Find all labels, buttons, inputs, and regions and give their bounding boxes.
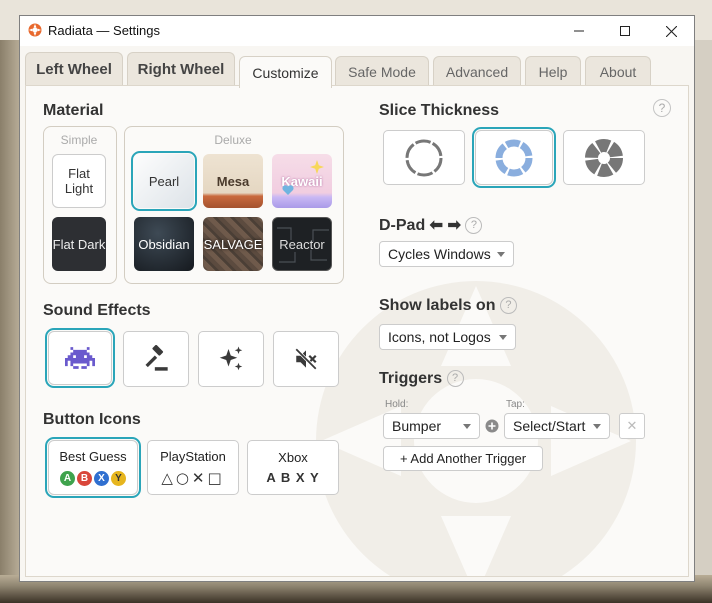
tap-dropdown[interactable]: Select/Start <box>504 413 610 439</box>
tab-customize[interactable]: Customize <box>239 56 332 88</box>
desktop-background-right <box>694 40 712 580</box>
space-invader-icon <box>65 347 95 369</box>
triggers-heading: Triggers ? <box>379 370 464 388</box>
title-bar[interactable]: Radiata — Settings <box>20 16 694 46</box>
material-mesa[interactable]: Mesa <box>203 154 263 208</box>
triggers-help-icon[interactable]: ? <box>446 370 464 387</box>
triggers-heading-text: Triggers <box>379 370 443 387</box>
show-labels-heading: Show labels on ? <box>379 297 517 315</box>
chevron-down-icon <box>463 423 471 429</box>
dpad-value: Cycles Windows <box>388 246 491 262</box>
heart-icon <box>282 185 294 195</box>
show-labels-help-icon[interactable]: ? <box>499 297 517 314</box>
radiata-app-icon <box>28 23 42 37</box>
material-heading: Material <box>43 102 104 119</box>
remove-trigger-button[interactable]: ✕ <box>619 413 645 439</box>
plus-circle-icon <box>485 419 499 433</box>
show-labels-dropdown[interactable]: Icons, not Logos <box>379 324 516 350</box>
settings-window: Radiata — Settings Left Wheel Right Whee… <box>19 15 695 582</box>
material-reactor[interactable]: Reactor <box>272 217 332 271</box>
tab-right-wheel[interactable]: Right Wheel <box>127 52 235 86</box>
face-a: A <box>60 471 75 486</box>
chevron-down-icon <box>593 423 601 429</box>
sound-mute-button[interactable] <box>273 331 339 387</box>
sparkles-icon <box>219 346 243 371</box>
button-icons-xbox[interactable]: Xbox A B X Y <box>247 440 339 495</box>
window-title: Radiata — Settings <box>48 23 161 38</box>
chevron-down-icon <box>499 334 507 340</box>
face-x: X <box>94 471 109 486</box>
button-icons-best-guess[interactable]: Best Guess ABXY <box>45 437 141 498</box>
button-icons-heading: Button Icons <box>43 411 141 428</box>
material-pearl[interactable]: Pearl <box>131 151 197 211</box>
sound-retro-button[interactable] <box>45 328 115 388</box>
simple-label: Simple <box>60 133 98 147</box>
tab-about[interactable]: About <box>585 56 651 86</box>
dpad-dropdown[interactable]: Cycles Windows <box>379 241 514 267</box>
sound-effects-heading: Sound Effects <box>43 302 151 319</box>
dpad-heading-text: D-Pad ⬅ ➡ <box>379 217 461 234</box>
dpad-heading: D-Pad ⬅ ➡ ? <box>379 215 483 235</box>
slice-help-icon[interactable]: ? <box>653 99 671 117</box>
tab-advanced[interactable]: Advanced <box>433 56 521 86</box>
material-kawaii[interactable]: Kawaii <box>272 154 332 208</box>
minimize-button[interactable] <box>556 16 602 46</box>
sound-gavel-button[interactable] <box>123 331 189 387</box>
hold-dropdown[interactable]: Bumper <box>383 413 480 439</box>
desktop-background-left <box>0 40 20 580</box>
tab-help[interactable]: Help <box>525 56 581 86</box>
medium-ring-icon <box>495 139 533 176</box>
tab-left-wheel[interactable]: Left Wheel <box>25 52 123 86</box>
add-another-trigger-button[interactable]: + Add Another Trigger <box>383 446 543 471</box>
show-labels-heading-text: Show labels on <box>379 297 496 314</box>
maximize-icon <box>620 26 630 36</box>
face-y: Y <box>111 471 126 486</box>
slice-medium-button[interactable] <box>472 127 556 188</box>
xbox-letters: A B X Y <box>266 470 320 485</box>
star-icon <box>310 160 324 174</box>
sound-sparkle-button[interactable] <box>198 331 264 387</box>
tab-safe-mode[interactable]: Safe Mode <box>335 56 429 86</box>
minimize-icon <box>574 30 584 32</box>
deluxe-label: Deluxe <box>214 133 252 147</box>
slice-thin-button[interactable] <box>383 130 465 185</box>
face-b: B <box>77 471 92 486</box>
tab-strip: Left Wheel Right Wheel Customize Safe Mo… <box>20 52 694 88</box>
material-salvage[interactable]: SALVAGE <box>203 217 263 271</box>
slice-thick-button[interactable] <box>563 130 645 185</box>
thick-ring-icon <box>585 138 623 177</box>
gavel-icon <box>145 345 168 371</box>
mute-icon <box>295 348 317 370</box>
button-icons-playstation[interactable]: PlayStation △○✕□ <box>147 440 239 495</box>
material-flat-light[interactable]: Flat Light <box>52 154 106 208</box>
maximize-button[interactable] <box>602 16 648 46</box>
tap-value: Select/Start <box>513 418 586 434</box>
playstation-glyphs: △○✕□ <box>161 468 225 487</box>
material-flat-dark[interactable]: Flat Dark <box>52 217 106 271</box>
best-guess-label: Best Guess <box>59 449 127 464</box>
reactor-label: Reactor <box>279 236 325 252</box>
chevron-down-icon <box>497 251 505 257</box>
show-labels-value: Icons, not Logos <box>388 329 491 345</box>
material-obsidian[interactable]: Obsidian <box>134 217 194 271</box>
hold-value: Bumper <box>392 418 442 434</box>
hold-label: Hold: <box>385 399 409 410</box>
close-icon <box>665 25 677 37</box>
dpad-help-icon[interactable]: ? <box>465 217 483 234</box>
slice-thickness-heading: Slice Thickness <box>379 102 500 119</box>
close-button[interactable] <box>648 16 694 46</box>
thin-ring-icon <box>405 139 443 176</box>
playstation-label: PlayStation <box>160 448 226 464</box>
xbox-label: Xbox <box>278 450 308 465</box>
tap-label: Tap: <box>506 399 525 410</box>
customize-panel: Material Simple Flat Light Flat Dark Del… <box>25 85 689 577</box>
abxy-colored-faces: ABXY <box>59 468 127 486</box>
